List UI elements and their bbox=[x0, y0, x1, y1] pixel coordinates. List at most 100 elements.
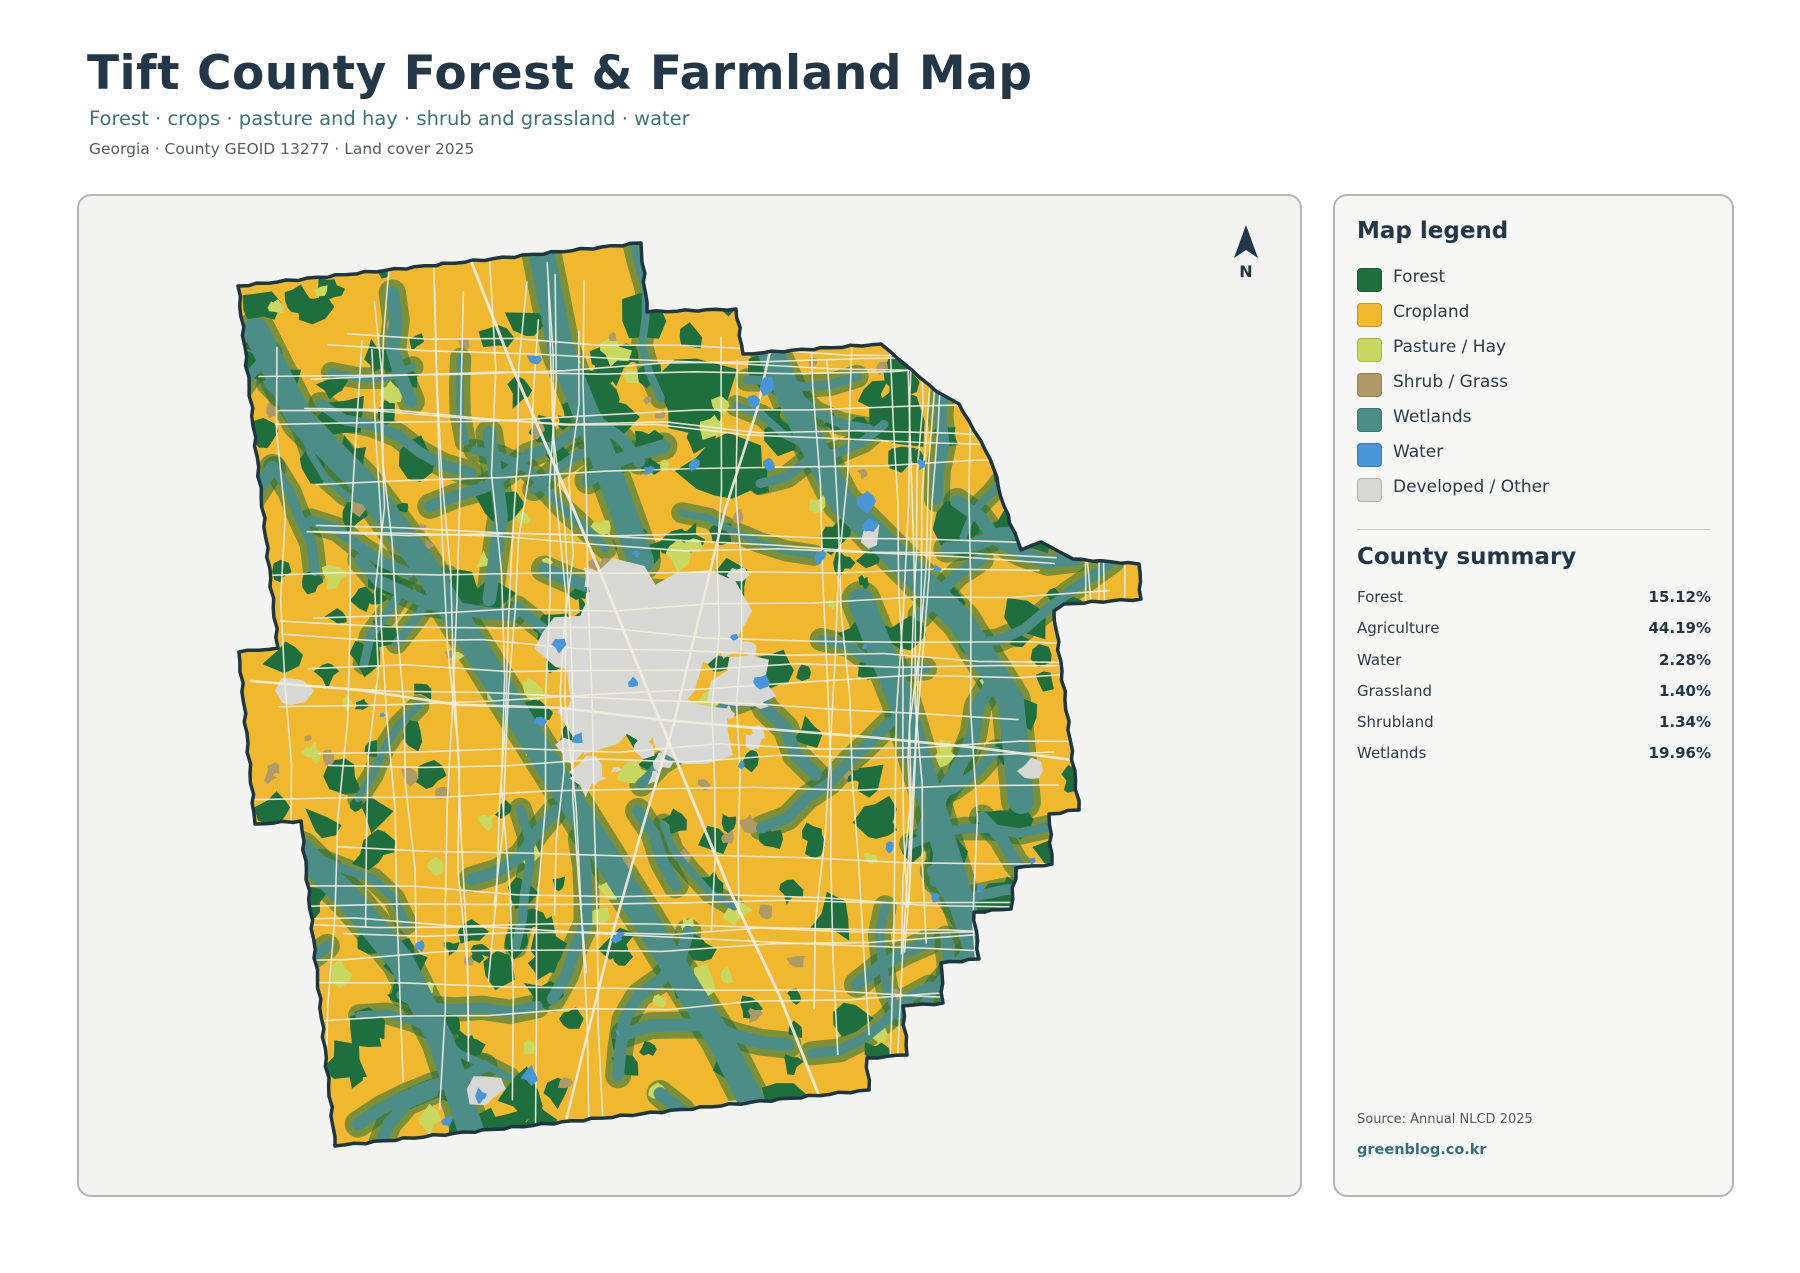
wetland-corridor bbox=[1014, 243, 1068, 317]
forest-fringe bbox=[868, 1061, 1028, 1146]
pasture-patch bbox=[1100, 710, 1113, 722]
road-segment bbox=[1069, 350, 1113, 940]
road-segment bbox=[1113, 343, 1127, 1015]
forest-patch bbox=[238, 556, 258, 580]
forest-patch bbox=[989, 254, 1004, 268]
north-label: N bbox=[1239, 262, 1253, 281]
forest-patch bbox=[754, 1111, 774, 1129]
forest-patch bbox=[1117, 402, 1141, 435]
wetland-corridor bbox=[960, 1029, 1066, 1146]
pasture-patch bbox=[624, 369, 640, 384]
wetland-corridor bbox=[939, 932, 957, 1057]
legend-swatch bbox=[1357, 338, 1382, 362]
legend-label: Forest bbox=[1393, 267, 1446, 287]
shrub-patch bbox=[998, 985, 1009, 993]
shrub-patch bbox=[1052, 954, 1068, 974]
county-fill-group bbox=[238, 243, 1141, 1146]
forest-patch bbox=[1069, 248, 1102, 282]
forest-fringe bbox=[1018, 302, 1061, 461]
legend-item-water: Water bbox=[1357, 441, 1549, 476]
summary-label: Wetlands bbox=[1357, 744, 1427, 763]
forest-patch bbox=[1115, 1036, 1141, 1068]
summary-value: 1.40% bbox=[1658, 681, 1711, 700]
pasture-patch bbox=[1079, 1085, 1098, 1099]
forest-patch bbox=[947, 249, 982, 284]
legend-swatch bbox=[1357, 268, 1382, 292]
forest-fringe bbox=[1007, 243, 1075, 324]
shrub-patch bbox=[946, 1063, 957, 1073]
legend-item-cropland: Cropland bbox=[1357, 301, 1549, 336]
forest-patch bbox=[1055, 482, 1075, 502]
legend-swatch bbox=[1357, 303, 1382, 327]
wetland-corridor bbox=[1063, 959, 1089, 1139]
wetland-corridor bbox=[956, 913, 1107, 1011]
summary-list: Forest 15.12% Agriculture 44.19% Water 2.28… bbox=[1357, 588, 1711, 776]
forest-patch bbox=[775, 270, 794, 290]
north-arrow-icon bbox=[1234, 225, 1258, 258]
map-panel[interactable] bbox=[77, 194, 1302, 1197]
panel-divider bbox=[1357, 529, 1710, 530]
forest-patch bbox=[238, 850, 253, 866]
forest-fringe bbox=[1056, 952, 1096, 1146]
forest-patch bbox=[960, 977, 977, 999]
forest-patch bbox=[1072, 1008, 1090, 1028]
pasture-patch bbox=[1052, 405, 1067, 417]
brand-link[interactable]: greenblog.co.kr bbox=[1357, 1142, 1487, 1158]
legend-item-pasture: Pasture / Hay bbox=[1357, 336, 1549, 371]
legend-label: Shrub / Grass bbox=[1393, 372, 1508, 392]
summary-value: 1.34% bbox=[1658, 713, 1711, 732]
shrub-patch bbox=[278, 984, 293, 1000]
pasture-patch bbox=[1014, 997, 1036, 1015]
forest-patch bbox=[1058, 950, 1079, 982]
shrub-patch bbox=[242, 905, 260, 925]
legend-item-wetlands: Wetlands bbox=[1357, 406, 1549, 441]
road-segment bbox=[1079, 262, 1114, 949]
road-segment bbox=[1081, 257, 1090, 1122]
forest-patch bbox=[859, 1120, 878, 1146]
forest-patch bbox=[812, 261, 856, 299]
side-panel: Map legend Forest Cropland Pasture / Hay… bbox=[1333, 194, 1734, 1197]
pasture-patch bbox=[277, 880, 289, 890]
legend-item-shrub: Shrub / Grass bbox=[1357, 371, 1549, 406]
forest-fringe bbox=[238, 933, 340, 1003]
pasture-patch bbox=[1075, 957, 1088, 977]
road-segment bbox=[1102, 351, 1117, 1102]
forest-patch bbox=[1088, 700, 1132, 728]
legend-title: Map legend bbox=[1357, 218, 1509, 244]
forest-patch bbox=[1113, 419, 1128, 436]
summary-value: 15.12% bbox=[1648, 588, 1711, 606]
summary-label: Grassland bbox=[1357, 681, 1432, 700]
forest-patch bbox=[1084, 437, 1101, 453]
forest-fringe bbox=[949, 906, 1114, 1018]
forest-patch bbox=[238, 1085, 261, 1126]
pasture-patch bbox=[1109, 636, 1123, 648]
pasture-patch bbox=[1046, 1074, 1058, 1086]
forest-patch bbox=[1047, 265, 1074, 295]
forest-patch bbox=[1096, 1074, 1119, 1098]
legend-item-developed: Developed / Other bbox=[1357, 476, 1549, 511]
forest-patch bbox=[971, 306, 992, 322]
forest-patch bbox=[1057, 853, 1075, 873]
forest-patch bbox=[995, 1124, 1036, 1146]
wetland-corridor bbox=[1048, 1063, 1075, 1146]
forest-patch bbox=[961, 1068, 995, 1123]
forest-patch bbox=[1130, 390, 1141, 403]
pasture-patch bbox=[1020, 1075, 1042, 1098]
legend-label: Water bbox=[1393, 442, 1444, 462]
summary-row-wetlands: Wetlands 19.96% bbox=[1357, 744, 1711, 775]
forest-patch bbox=[951, 1124, 974, 1146]
wetland-corridor bbox=[875, 1068, 1021, 1146]
forest-patch bbox=[772, 285, 794, 311]
water-body bbox=[979, 1111, 996, 1125]
summary-label: Agriculture bbox=[1357, 619, 1440, 638]
county-land-cover-map[interactable] bbox=[79, 196, 1302, 1197]
forest-patch bbox=[1020, 877, 1045, 896]
forest-patch bbox=[1123, 515, 1141, 541]
page-subtitle: Forest · crops · pasture and hay · shrub… bbox=[89, 107, 690, 130]
legend-swatch bbox=[1357, 478, 1382, 502]
forest-patch bbox=[706, 269, 730, 286]
forest-patch bbox=[760, 1116, 778, 1134]
summary-label: Shrubland bbox=[1357, 713, 1434, 732]
forest-patch bbox=[244, 898, 282, 935]
summary-value: 19.96% bbox=[1648, 744, 1711, 763]
